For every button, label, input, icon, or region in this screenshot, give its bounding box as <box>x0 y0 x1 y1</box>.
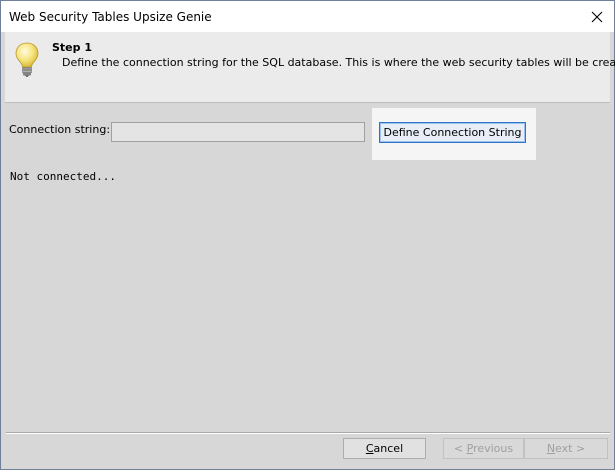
step-title: Step 1 <box>52 41 92 54</box>
step-header: Step 1 Define the connection string for … <box>5 32 615 103</box>
title-bar: Web Security Tables Upsize Genie <box>1 1 614 32</box>
connection-string-label: Connection string: <box>9 123 111 136</box>
close-icon <box>591 11 603 22</box>
cancel-button[interactable]: Cancel <box>343 438 426 459</box>
footer-separator <box>6 432 610 434</box>
previous-prefix: < <box>453 442 467 455</box>
previous-label: revious <box>473 442 514 455</box>
wizard-window: Web Security Tables Upsize Genie Step 1 … <box>0 0 615 470</box>
cancel-label: ancel <box>373 442 404 455</box>
close-button[interactable] <box>580 1 614 32</box>
window-title: Web Security Tables Upsize Genie <box>9 10 212 24</box>
connection-status: Not connected... <box>10 170 116 183</box>
previous-button[interactable]: < Previous <box>443 438 524 459</box>
lightbulb-icon <box>15 42 39 77</box>
connection-string-input[interactable] <box>111 122 365 142</box>
next-accel: N <box>546 442 556 455</box>
cancel-accel: C <box>365 442 374 455</box>
next-button[interactable]: Next > <box>524 438 608 459</box>
define-connection-string-button[interactable]: Define Connection String <box>379 122 526 143</box>
next-label: ext > <box>555 442 586 455</box>
step-description: Define the connection string for the SQL… <box>62 56 615 69</box>
